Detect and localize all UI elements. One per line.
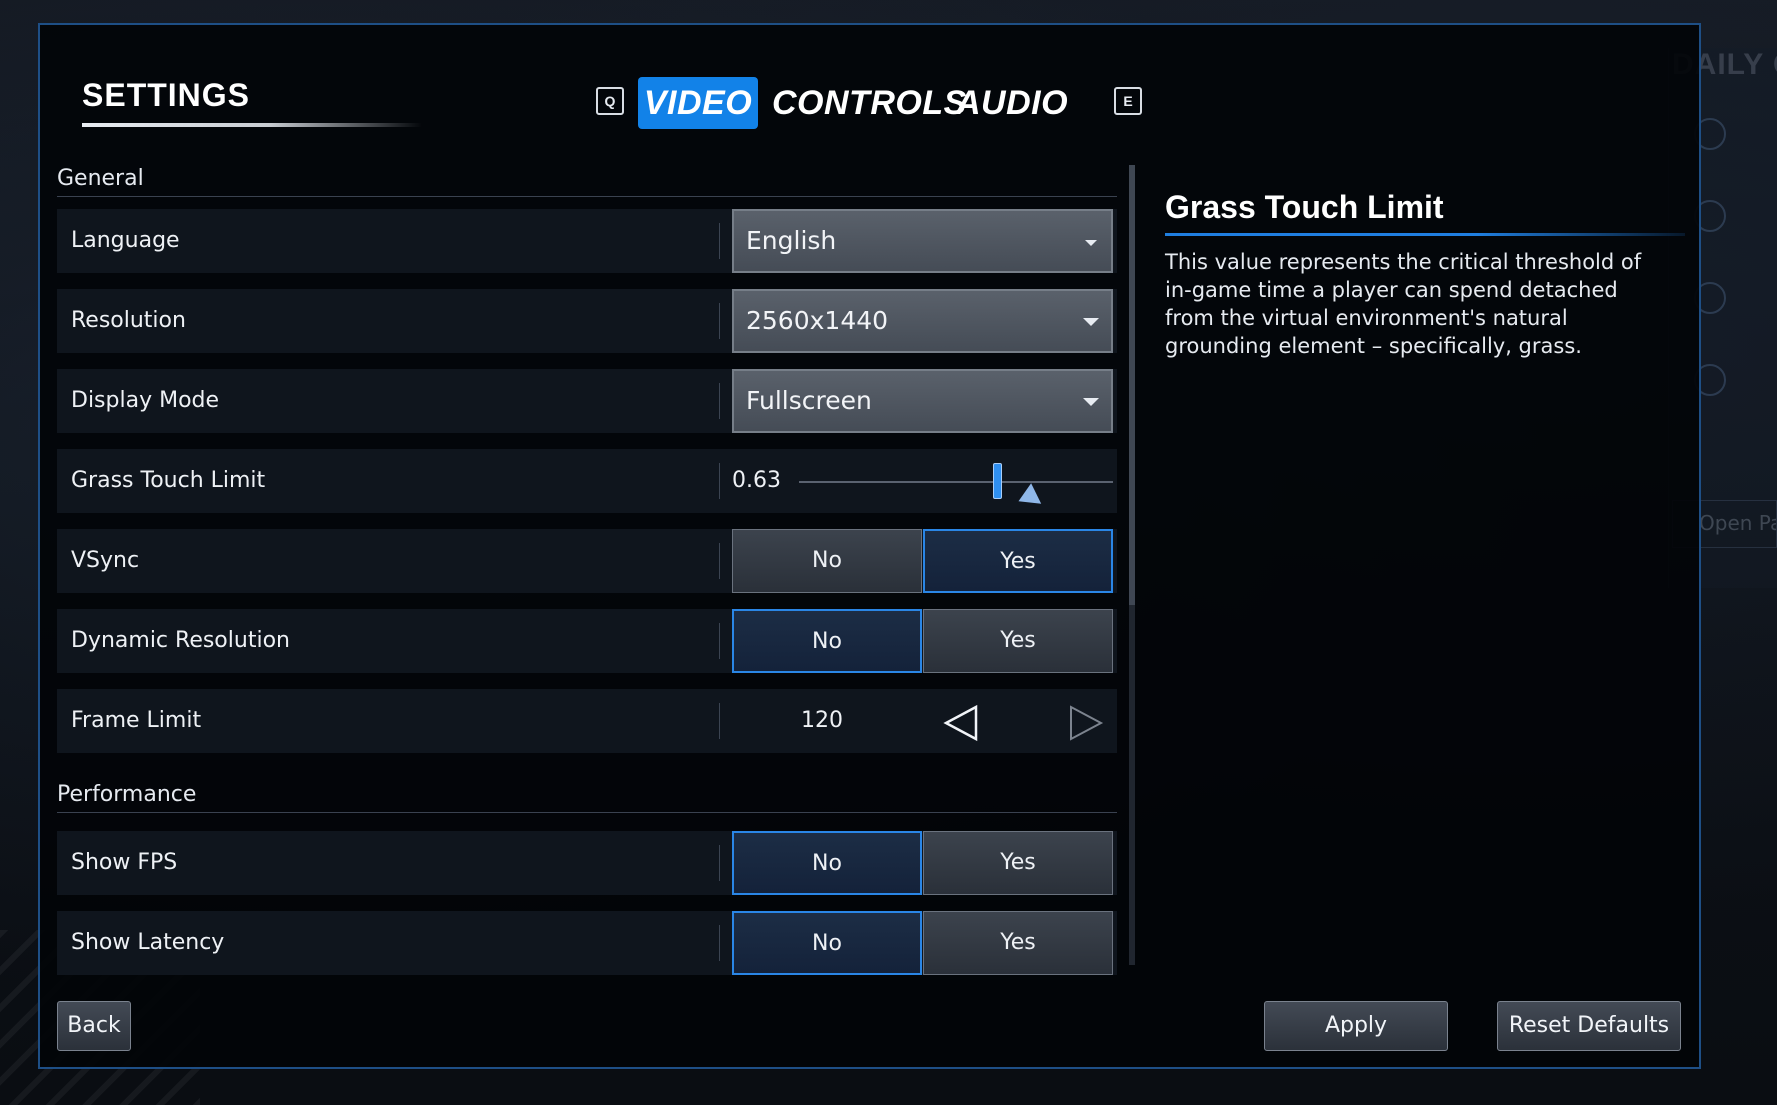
setting-label: Grass Touch Limit bbox=[71, 468, 266, 493]
setting-row-vsync: VSync No Yes bbox=[57, 529, 1117, 593]
setting-label: Dynamic Resolution bbox=[71, 628, 290, 653]
settings-list: General Language English Resolution 2560… bbox=[40, 155, 1140, 985]
decrease-arrow-icon[interactable] bbox=[942, 703, 982, 743]
tab-video[interactable]: VIDEO bbox=[638, 77, 758, 129]
row-divider bbox=[719, 223, 720, 259]
settings-modal: SETTINGS Q VIDEO CONTROLS AUDIO E Genera… bbox=[38, 23, 1701, 1069]
info-title: Grass Touch Limit bbox=[1165, 189, 1444, 225]
chevron-down-icon bbox=[1083, 318, 1099, 326]
apply-button[interactable]: Apply bbox=[1264, 1001, 1448, 1051]
prev-tab-key-hint[interactable]: Q bbox=[596, 87, 624, 115]
tab-audio[interactable]: AUDIO bbox=[956, 77, 1068, 129]
vsync-no-button[interactable]: No bbox=[732, 529, 922, 593]
info-underline bbox=[1165, 233, 1685, 236]
setting-label: Language bbox=[71, 228, 180, 253]
display-mode-dropdown[interactable]: Fullscreen bbox=[732, 369, 1113, 433]
row-divider bbox=[719, 543, 720, 579]
setting-row-frame-limit: Frame Limit 120 bbox=[57, 689, 1117, 753]
back-button[interactable]: Back bbox=[57, 1001, 131, 1051]
dynamic-resolution-yes-button[interactable]: Yes bbox=[923, 609, 1113, 673]
setting-label: Show FPS bbox=[71, 850, 178, 875]
vsync-yes-button[interactable]: Yes bbox=[923, 529, 1113, 593]
resolution-dropdown[interactable]: 2560x1440 bbox=[732, 289, 1113, 353]
setting-row-resolution: Resolution 2560x1440 bbox=[57, 289, 1117, 353]
show-latency-yes-button[interactable]: Yes bbox=[923, 911, 1113, 975]
setting-label: Display Mode bbox=[71, 388, 220, 413]
setting-label: VSync bbox=[71, 548, 140, 573]
dropdown-value: 2560x1440 bbox=[746, 306, 889, 335]
row-divider bbox=[719, 623, 720, 659]
setting-row-grass-touch-limit: Grass Touch Limit 0.63 bbox=[57, 449, 1117, 513]
grass-touch-limit-slider[interactable] bbox=[799, 481, 1113, 483]
row-divider bbox=[719, 845, 720, 881]
scrollbar-thumb[interactable] bbox=[1129, 165, 1135, 605]
show-fps-yes-button[interactable]: Yes bbox=[923, 831, 1113, 895]
chevron-down-icon bbox=[1083, 398, 1099, 406]
chevron-down-icon bbox=[1085, 240, 1097, 246]
row-divider bbox=[719, 703, 720, 739]
title-underline bbox=[82, 123, 422, 127]
setting-label: Resolution bbox=[71, 308, 186, 333]
row-divider bbox=[719, 383, 720, 419]
show-latency-no-button[interactable]: No bbox=[732, 911, 922, 975]
section-performance: Performance bbox=[57, 779, 1117, 813]
page-title: SETTINGS bbox=[82, 77, 251, 113]
reset-defaults-button[interactable]: Reset Defaults bbox=[1497, 1001, 1681, 1051]
slider-thumb[interactable] bbox=[992, 463, 1002, 499]
row-divider bbox=[719, 925, 720, 961]
frame-limit-value: 120 bbox=[801, 708, 843, 733]
mouse-cursor-icon bbox=[1018, 483, 1048, 513]
setting-row-dynamic-resolution: Dynamic Resolution No Yes bbox=[57, 609, 1117, 673]
dynamic-resolution-no-button[interactable]: No bbox=[732, 609, 922, 673]
row-divider bbox=[719, 463, 720, 499]
setting-row-show-latency: Show Latency No Yes bbox=[57, 911, 1117, 975]
setting-label: Frame Limit bbox=[71, 708, 202, 733]
setting-label: Show Latency bbox=[71, 930, 225, 955]
setting-row-show-fps: Show FPS No Yes bbox=[57, 831, 1117, 895]
show-fps-no-button[interactable]: No bbox=[732, 831, 922, 895]
setting-row-display-mode: Display Mode Fullscreen bbox=[57, 369, 1117, 433]
section-general: General bbox=[57, 163, 1117, 197]
row-divider bbox=[719, 303, 720, 339]
increase-arrow-icon[interactable] bbox=[1065, 703, 1105, 743]
dropdown-value: Fullscreen bbox=[746, 386, 872, 415]
dropdown-value: English bbox=[746, 226, 837, 255]
next-tab-key-hint[interactable]: E bbox=[1114, 87, 1142, 115]
tab-controls[interactable]: CONTROLS bbox=[772, 77, 966, 129]
setting-row-language: Language English bbox=[57, 209, 1117, 273]
slider-value: 0.63 bbox=[732, 468, 781, 493]
language-dropdown[interactable]: English bbox=[732, 209, 1113, 273]
info-description: This value represents the critical thres… bbox=[1165, 250, 1642, 358]
settings-scrollbar[interactable] bbox=[1129, 165, 1135, 965]
